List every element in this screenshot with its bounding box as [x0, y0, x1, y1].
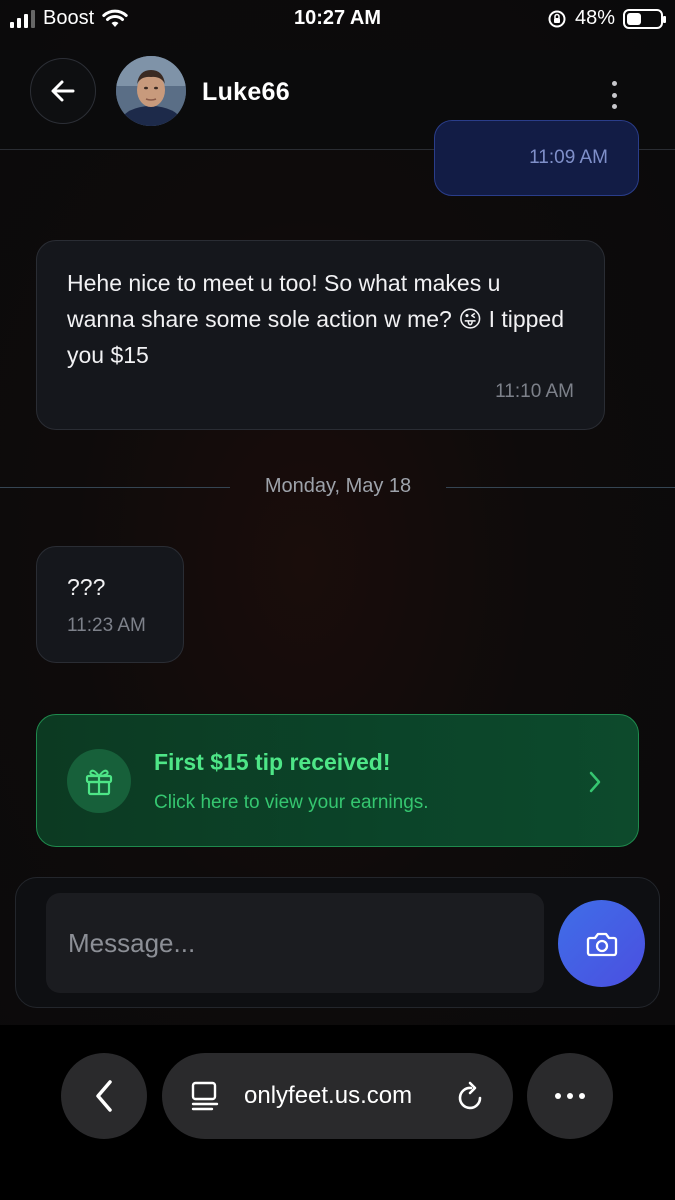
- message-text: ???: [67, 574, 106, 600]
- orientation-lock-icon: [548, 10, 566, 27]
- message-time: 11:23 AM: [67, 615, 146, 636]
- camera-icon: [586, 932, 617, 956]
- tip-banner-title: First $15 tip received!: [154, 749, 391, 775]
- arrow-left-icon: [51, 80, 75, 102]
- message-time: 11:09 AM: [529, 147, 608, 168]
- address-bar[interactable]: onlyfeet.us.com: [162, 1053, 513, 1139]
- message-composer: [15, 877, 660, 1008]
- divider-line: [0, 487, 230, 488]
- message-outgoing: 11:09 AM: [434, 120, 639, 196]
- browser-back-button[interactable]: [61, 1053, 147, 1139]
- reader-icon[interactable]: [190, 1081, 220, 1111]
- back-button[interactable]: [30, 58, 96, 124]
- message-time: 11:10 AM: [495, 381, 574, 402]
- message-input[interactable]: [46, 893, 544, 993]
- reload-icon[interactable]: [456, 1081, 486, 1113]
- chevron-right-icon: [589, 771, 601, 793]
- avatar-photo: [116, 56, 186, 126]
- browser-toolbar: onlyfeet.us.com: [0, 1025, 675, 1200]
- tip-banner-subtitle: Click here to view your earnings.: [154, 792, 429, 813]
- chevron-left-icon: [96, 1080, 112, 1112]
- battery-icon: [623, 8, 666, 29]
- more-horizontal-icon[interactable]: [527, 1053, 613, 1139]
- chat-username[interactable]: Luke66: [202, 78, 290, 107]
- message-text: Hehe nice to meet u too! So what makes u…: [67, 270, 565, 368]
- divider-line: [446, 487, 675, 488]
- date-label: Monday, May 18: [264, 475, 412, 497]
- message-incoming: ??? 11:23 AM: [36, 546, 184, 663]
- url-text: onlyfeet.us.com: [244, 1082, 413, 1109]
- gift-icon: [67, 749, 131, 813]
- battery-percent: 48%: [574, 7, 615, 29]
- avatar[interactable]: [116, 56, 186, 126]
- date-divider: Monday, May 18: [0, 475, 675, 501]
- message-incoming: Hehe nice to meet u too! So what makes u…: [36, 240, 605, 430]
- tip-earnings-banner[interactable]: First $15 tip received! Click here to vi…: [36, 714, 639, 847]
- status-right: 48%: [547, 7, 666, 30]
- status-bar: Boost 10:27 AM 48%: [0, 0, 675, 38]
- camera-button[interactable]: [558, 900, 645, 987]
- more-vertical-icon[interactable]: [602, 77, 626, 113]
